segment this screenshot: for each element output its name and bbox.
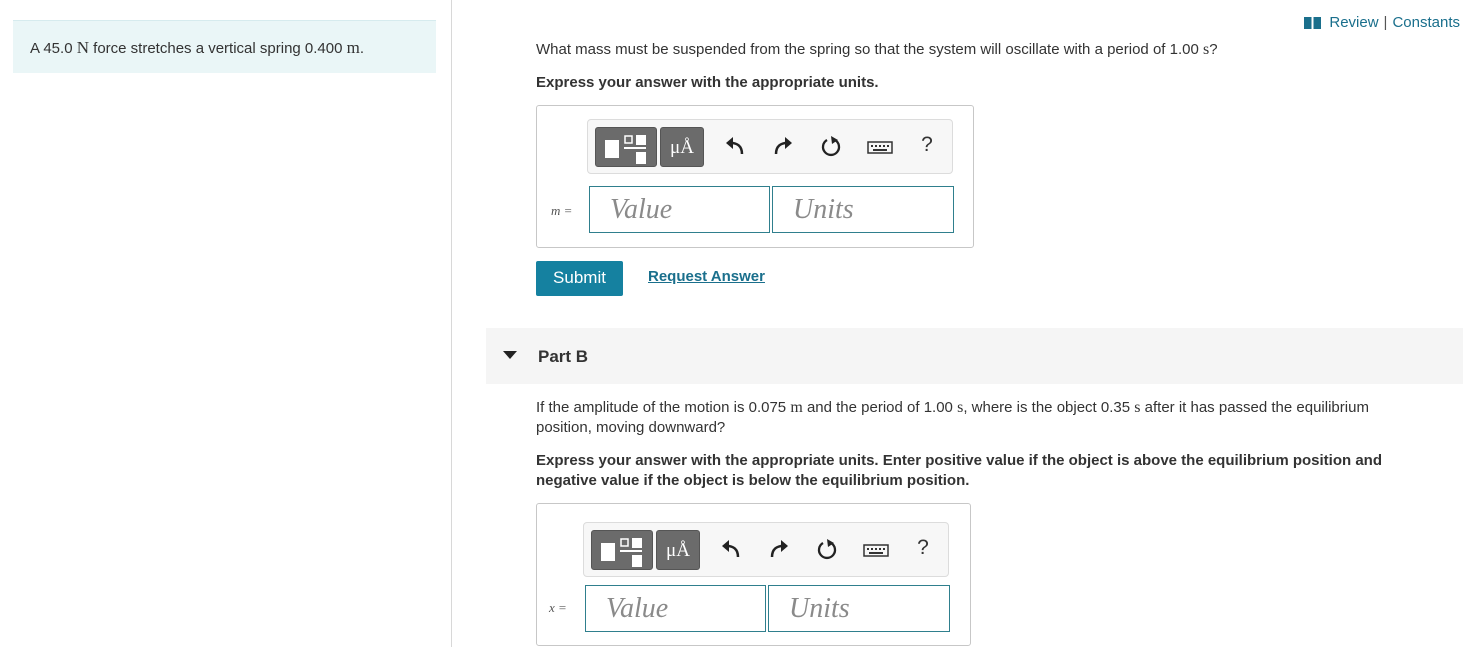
- templates-icon: [601, 538, 642, 567]
- part-a-toolbar: μÅ ?: [587, 119, 953, 174]
- problem-panel: A 45.0 N force stretches a vertical spri…: [0, 0, 452, 647]
- part-a-instruction: Express your answer with the appropriate…: [536, 74, 879, 91]
- templates-button[interactable]: [595, 127, 657, 167]
- part-b-question-line2: position, moving downward?: [536, 419, 726, 436]
- problem-text-prefix: A 45.0: [30, 40, 77, 57]
- problem-text-suffix: .: [359, 40, 365, 57]
- templates-button[interactable]: [591, 530, 653, 570]
- redo-icon[interactable]: [770, 134, 796, 160]
- units-button[interactable]: μÅ: [660, 127, 704, 167]
- caret-down-icon[interactable]: [503, 351, 517, 359]
- part-b-header[interactable]: Part B: [486, 328, 1463, 384]
- problem-statement: A 45.0 N force stretches a vertical spri…: [13, 20, 436, 73]
- part-b-toolbar: μÅ ?: [583, 522, 949, 577]
- part-b-q-text2: and the period of 1.00: [802, 399, 958, 416]
- keyboard-icon[interactable]: [862, 537, 890, 563]
- problem-text-middle: force stretches a vertical spring 0.400: [89, 40, 347, 57]
- undo-icon[interactable]: [718, 537, 744, 563]
- part-a-question: What mass must be suspended from the spr…: [536, 40, 1218, 60]
- reset-icon[interactable]: [814, 537, 840, 563]
- book-icon: [1304, 16, 1322, 29]
- part-a-question-suffix: ?: [1209, 41, 1218, 58]
- part-b-q-unit1: m: [790, 399, 803, 416]
- top-links: Review | Constants: [1304, 14, 1460, 31]
- units-button[interactable]: μÅ: [656, 530, 700, 570]
- submit-button[interactable]: Submit: [536, 261, 623, 296]
- part-a-question-text: What mass must be suspended from the spr…: [536, 41, 1203, 58]
- part-b-units-input[interactable]: Units: [768, 585, 950, 632]
- part-b-answer-box: μÅ ? x = Value Units: [536, 503, 971, 646]
- part-a-variable-label: m =: [551, 203, 573, 218]
- constants-link[interactable]: Constants: [1392, 14, 1460, 31]
- undo-icon[interactable]: [722, 134, 748, 160]
- part-b-variable-label: x =: [549, 600, 567, 615]
- part-a-value-input[interactable]: Value: [589, 186, 770, 233]
- force-unit: N: [76, 38, 89, 57]
- part-b-value-input[interactable]: Value: [585, 585, 766, 632]
- request-answer-link[interactable]: Request Answer: [648, 268, 765, 285]
- part-a-units-input[interactable]: Units: [772, 186, 954, 233]
- keyboard-icon[interactable]: [866, 134, 894, 160]
- help-icon[interactable]: ?: [911, 536, 935, 560]
- length-unit: m: [346, 38, 360, 57]
- link-separator: |: [1383, 14, 1388, 31]
- part-b-question-line1: If the amplitude of the motion is 0.075 …: [536, 398, 1369, 418]
- part-b-instruction-line1: Express your answer with the appropriate…: [536, 452, 1382, 469]
- redo-icon[interactable]: [766, 537, 792, 563]
- templates-icon: [605, 135, 646, 164]
- help-icon[interactable]: ?: [915, 133, 939, 157]
- part-b-instruction-line2: negative value if the object is below th…: [536, 472, 970, 489]
- review-link[interactable]: Review: [1329, 14, 1378, 31]
- part-b-q-text3: , where is the object 0.35: [963, 399, 1135, 416]
- part-a-answer-box: μÅ ? m = Value Units: [536, 105, 974, 248]
- part-b-title: Part B: [538, 347, 589, 366]
- part-b-q-text1: If the amplitude of the motion is 0.075: [536, 399, 791, 416]
- part-b-q-text4: after it has passed the equilibrium: [1140, 399, 1369, 416]
- reset-icon[interactable]: [818, 134, 844, 160]
